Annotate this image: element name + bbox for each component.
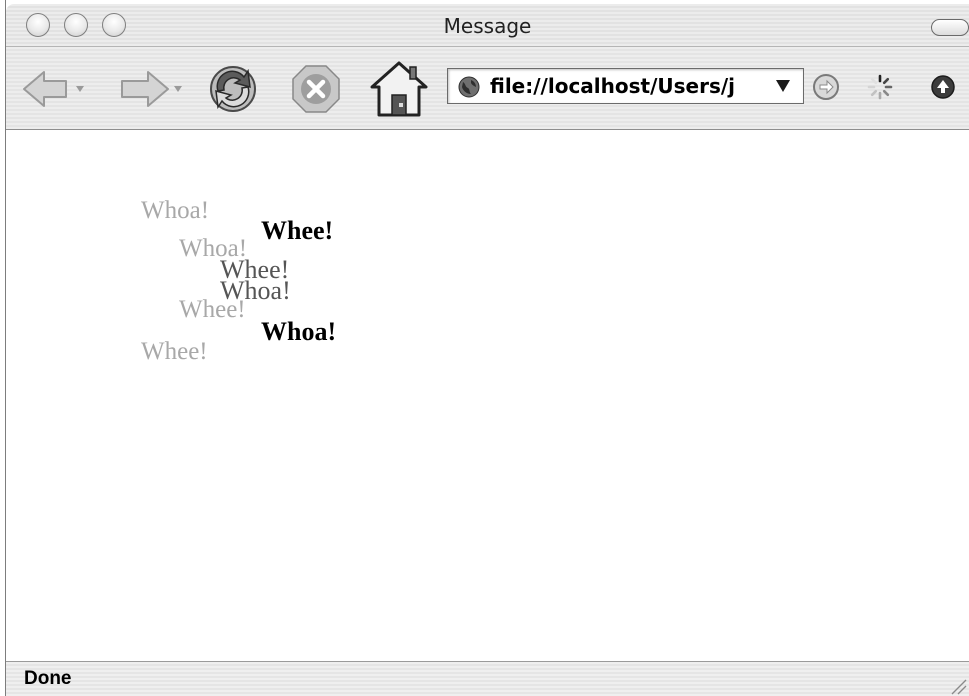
page-content: Whoa! Whee! Whoa! Whee! Whoa! Whee! Whoa… xyxy=(6,130,969,660)
stop-button[interactable] xyxy=(290,63,342,115)
browser-window: Message file://localhost/Users/j Whoa! W… xyxy=(0,0,969,696)
message-text: Whoa! xyxy=(261,317,337,346)
address-text: file://localhost/Users/j xyxy=(490,74,736,98)
back-button[interactable] xyxy=(20,69,90,109)
forward-arrow-icon xyxy=(121,71,169,107)
status-bar: Done xyxy=(6,661,969,696)
resize-grip-icon[interactable] xyxy=(947,675,967,695)
stop-icon xyxy=(292,65,340,113)
message-text: Whee! xyxy=(141,338,208,365)
home-button[interactable] xyxy=(368,59,430,119)
loading-spinner-icon xyxy=(867,74,893,100)
toolbar: file://localhost/Users/j xyxy=(6,47,969,130)
toolbar-toggle-button[interactable] xyxy=(931,19,969,36)
title-bar[interactable]: Message xyxy=(6,4,969,47)
message-text: Whee! xyxy=(179,296,246,323)
window-title: Message xyxy=(443,14,532,38)
go-icon xyxy=(813,74,839,100)
status-text: Done xyxy=(24,668,72,689)
bookmark-button[interactable] xyxy=(930,74,956,100)
globe-icon xyxy=(458,76,480,98)
address-dropdown-icon[interactable] xyxy=(775,79,791,93)
reload-button[interactable] xyxy=(204,61,262,117)
bookmark-icon xyxy=(931,75,955,99)
message-text: Whoa! xyxy=(141,197,210,224)
reload-icon xyxy=(210,66,256,112)
back-arrow-icon xyxy=(23,71,67,107)
address-field[interactable]: file://localhost/Users/j xyxy=(447,68,804,104)
forward-button[interactable] xyxy=(116,69,186,109)
back-menu-arrow-icon xyxy=(76,86,84,92)
go-button[interactable] xyxy=(812,73,840,101)
message-text: Whee! xyxy=(261,216,334,245)
home-icon xyxy=(370,61,428,117)
forward-menu-arrow-icon xyxy=(174,86,182,92)
